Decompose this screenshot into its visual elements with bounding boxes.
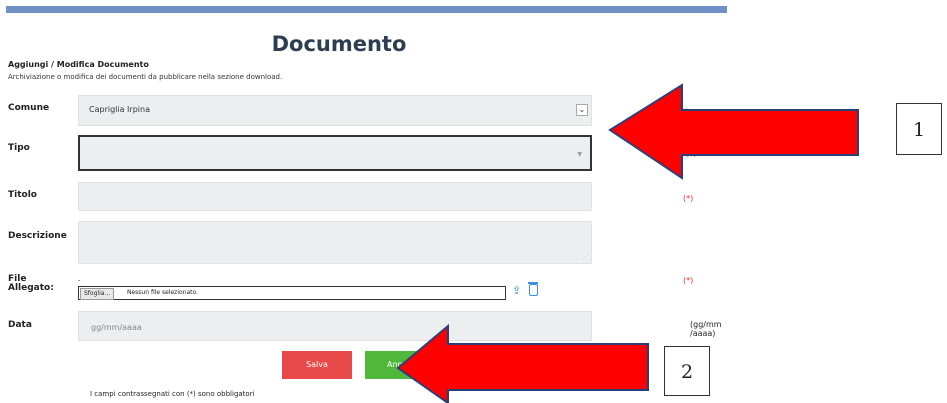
annotation-arrows — [396, 83, 859, 403]
annotation-label-2: 2 — [664, 346, 710, 396]
annotation-arrow-1 — [608, 83, 859, 180]
annotation-arrow-2 — [396, 323, 649, 403]
annotation-label-1: 1 — [896, 103, 942, 155]
